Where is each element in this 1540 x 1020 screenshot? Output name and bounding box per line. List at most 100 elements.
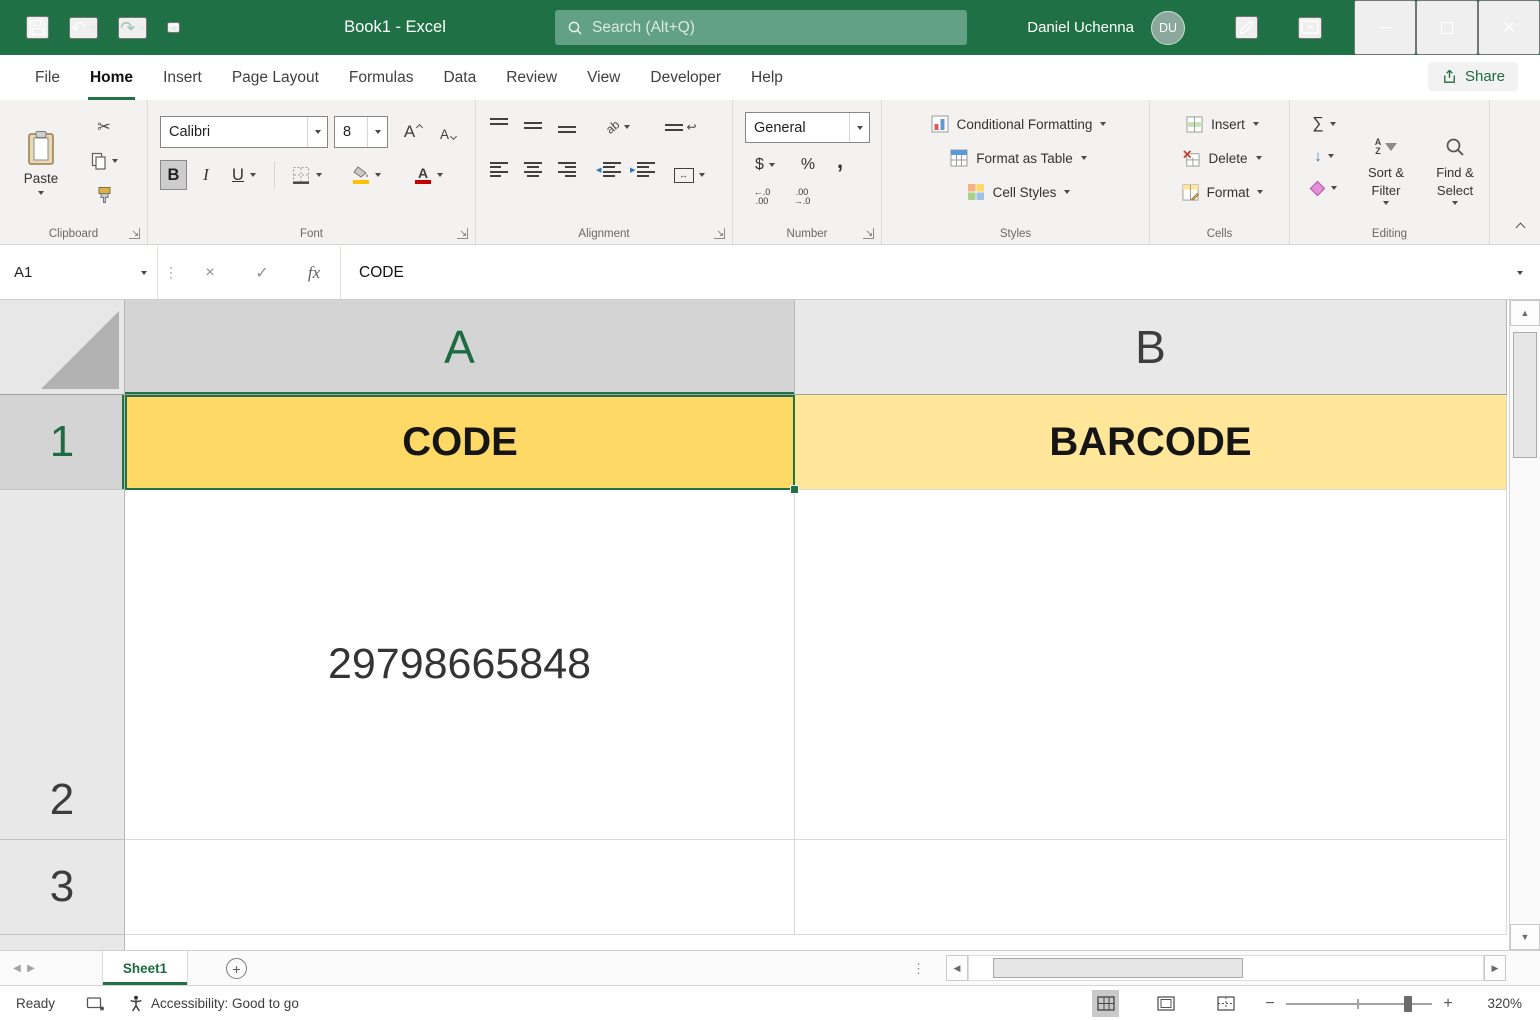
inking-button[interactable] [1235, 16, 1258, 39]
zoom-in-button[interactable]: + [1436, 986, 1460, 1020]
decrease-indent-button[interactable]: ◀ [596, 162, 621, 177]
tab-help[interactable]: Help [736, 55, 798, 100]
zoom-level[interactable]: 320% [1487, 986, 1522, 1020]
normal-view-button[interactable] [1092, 990, 1119, 1017]
horizontal-scroll-track[interactable] [968, 955, 1484, 981]
horizontal-scroll-thumb[interactable] [993, 958, 1243, 978]
tab-page-layout[interactable]: Page Layout [217, 55, 334, 100]
macro-record-button[interactable] [74, 986, 116, 1020]
search-box[interactable] [555, 10, 967, 45]
next-sheet-button[interactable]: ▶ [14, 951, 48, 985]
formula-bar-handle[interactable]: ⋮ [158, 246, 184, 299]
cell-styles-button[interactable]: Cell Styles [896, 178, 1141, 206]
vertical-scroll-track[interactable] [1510, 326, 1540, 924]
cell-b2[interactable] [795, 490, 1507, 840]
enter-entry-button[interactable]: ✓ [236, 246, 288, 299]
maximize-button[interactable] [1416, 0, 1478, 55]
zoom-slider-thumb[interactable] [1404, 996, 1412, 1012]
percent-style-button[interactable]: % [795, 152, 821, 178]
font-dialog-launcher[interactable]: ↘ [457, 228, 468, 239]
format-as-table-button[interactable]: Format as Table [896, 144, 1141, 172]
tab-insert[interactable]: Insert [148, 55, 217, 100]
orientation-button[interactable]: ab [598, 114, 638, 140]
accessibility-checker-button[interactable]: Accessibility: Good to go [116, 986, 311, 1020]
insert-cells-button[interactable]: Insert [1164, 110, 1281, 138]
tab-formulas[interactable]: Formulas [334, 55, 429, 100]
scroll-up-button[interactable]: ▲ [1510, 300, 1540, 326]
zoom-out-button[interactable]: − [1258, 986, 1282, 1020]
increase-decimal-button[interactable]: ←.0 .00 [745, 184, 779, 210]
customize-quick-access-button[interactable] [167, 22, 180, 33]
font-color-button[interactable]: A [406, 160, 452, 190]
horizontal-scrollbar[interactable]: ◀ ▶ [946, 955, 1506, 981]
minimize-button[interactable] [1354, 0, 1416, 55]
fill-button[interactable]: ↓ [1302, 144, 1346, 168]
save-button[interactable] [26, 16, 49, 39]
fill-handle[interactable] [790, 485, 799, 494]
tab-review[interactable]: Review [491, 55, 572, 100]
sort-filter-button[interactable]: AZ Sort & Filter [1352, 110, 1420, 222]
accounting-format-button[interactable]: $ [747, 152, 783, 178]
expand-formula-bar-button[interactable] [1500, 246, 1540, 299]
comma-style-button[interactable]: , [829, 148, 851, 174]
number-format-select[interactable]: General [745, 112, 870, 143]
tab-file[interactable]: File [20, 55, 75, 100]
new-sheet-button[interactable]: + [226, 958, 247, 979]
column-header-a[interactable]: A [125, 300, 795, 395]
cancel-entry-button[interactable]: × [184, 246, 236, 299]
autosum-button[interactable]: ∑ [1302, 112, 1346, 136]
align-left-button[interactable] [490, 162, 508, 177]
tab-developer[interactable]: Developer [635, 55, 736, 100]
copy-button[interactable] [80, 148, 128, 174]
close-button[interactable]: × [1478, 0, 1540, 55]
increase-font-size-button[interactable]: A [398, 118, 428, 146]
insert-function-button[interactable]: fx [288, 246, 340, 299]
borders-button[interactable] [286, 160, 328, 190]
tab-data[interactable]: Data [428, 55, 491, 100]
merge-center-button[interactable]: ↔ [668, 162, 710, 188]
cell-b1[interactable]: BARCODE [795, 395, 1507, 490]
share-button[interactable]: Share [1428, 62, 1518, 91]
decrease-font-size-button[interactable]: A [434, 122, 462, 146]
scroll-right-button[interactable]: ▶ [1484, 955, 1506, 981]
middle-align-button[interactable] [524, 118, 542, 133]
ribbon-display-options-button[interactable] [1298, 17, 1322, 39]
cell-b3[interactable] [795, 840, 1507, 935]
sheet-tab-sheet1[interactable]: Sheet1 [102, 951, 188, 985]
align-right-button[interactable] [558, 162, 576, 177]
delete-cells-button[interactable]: Delete [1164, 144, 1281, 172]
vertical-scrollbar[interactable]: ▲ ▼ [1509, 300, 1540, 950]
conditional-formatting-button[interactable]: Conditional Formatting [896, 110, 1141, 138]
decrease-decimal-button[interactable]: .00 →.0 [785, 184, 819, 210]
name-box[interactable]: A1 [0, 246, 158, 299]
avatar[interactable]: DU [1151, 11, 1185, 45]
scroll-left-button[interactable]: ◀ [946, 955, 968, 981]
fill-color-button[interactable] [344, 160, 390, 190]
format-cells-button[interactable]: Format [1164, 178, 1281, 206]
row-header-1[interactable]: 1 [0, 395, 125, 490]
bold-button[interactable]: B [160, 160, 187, 190]
cell-a2[interactable]: 29798665848 [125, 490, 795, 840]
cell-a3[interactable] [125, 840, 795, 935]
find-select-button[interactable]: Find & Select [1424, 110, 1486, 222]
formula-bar-content[interactable]: CODE [340, 246, 1500, 299]
top-align-button[interactable] [490, 118, 508, 133]
tab-splitter-handle[interactable]: ⋮ [912, 951, 925, 986]
cell-a1-selected[interactable]: CODE [125, 395, 795, 490]
cut-button[interactable]: ✂ [80, 114, 128, 140]
number-dialog-launcher[interactable]: ↘ [863, 228, 874, 239]
redo-button[interactable]: ↷ [118, 17, 147, 39]
vertical-scroll-thumb[interactable] [1513, 332, 1537, 458]
wrap-text-button[interactable]: ↩ [664, 114, 698, 140]
underline-button[interactable]: U [224, 160, 264, 190]
clipboard-dialog-launcher[interactable]: ↘ [129, 228, 140, 239]
font-name-select[interactable]: Calibri [160, 116, 328, 148]
search-input[interactable] [592, 19, 922, 37]
row-header-2[interactable]: 2 [0, 490, 125, 840]
format-painter-button[interactable] [80, 182, 128, 208]
select-all-button[interactable] [0, 300, 125, 395]
page-layout-view-button[interactable] [1152, 990, 1179, 1017]
alignment-dialog-launcher[interactable]: ↘ [714, 228, 725, 239]
tab-view[interactable]: View [572, 55, 635, 100]
clear-button[interactable] [1302, 176, 1346, 200]
